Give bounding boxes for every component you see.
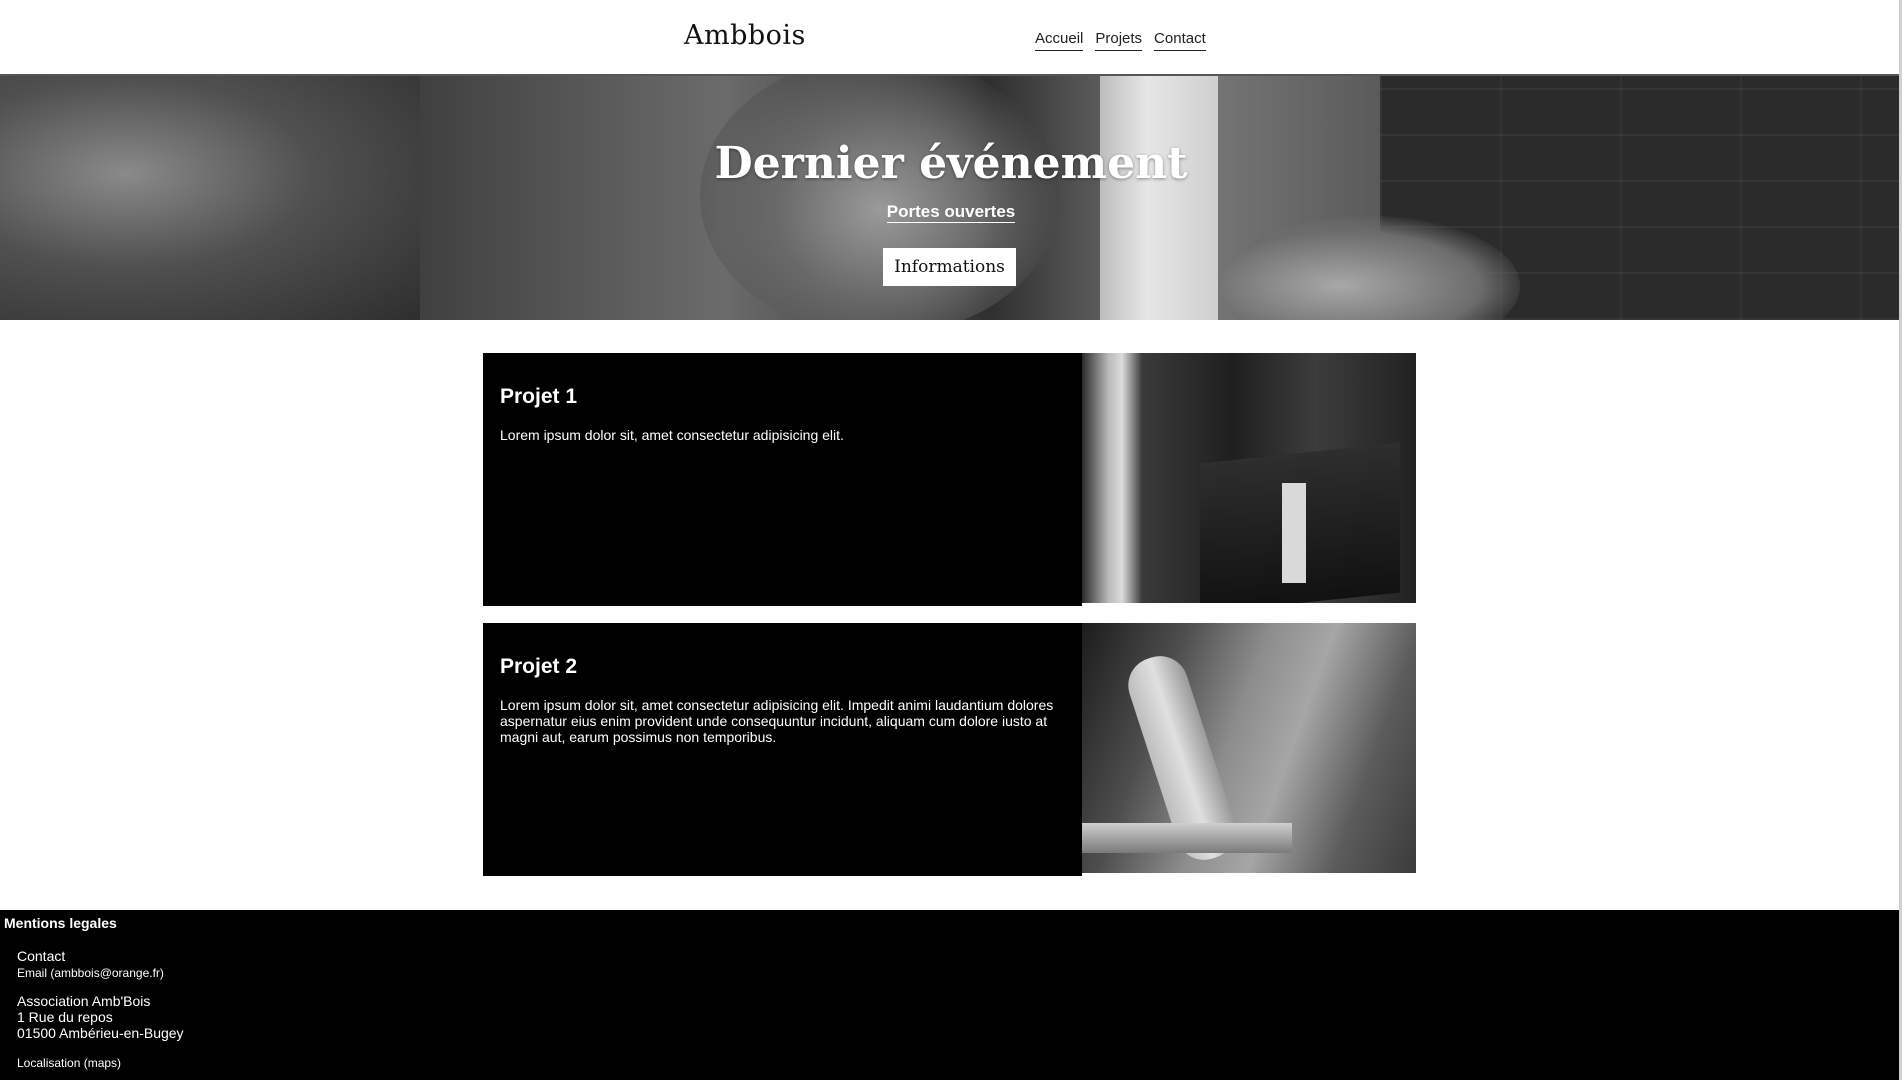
project-image-plank: [1082, 823, 1292, 853]
project-card-text: Projet 1 Lorem ipsum dolor sit, amet con…: [483, 353, 1082, 606]
informations-button[interactable]: Informations: [883, 248, 1016, 286]
hero-photo-arm: [0, 76, 420, 320]
project-image: [1082, 353, 1416, 603]
nav-link-projets[interactable]: Projets: [1095, 30, 1143, 51]
project-image: [1082, 623, 1416, 873]
nav-link-contact[interactable]: Contact: [1154, 30, 1206, 51]
project-card: Projet 1 Lorem ipsum dolor sit, amet con…: [483, 353, 1416, 606]
hero-photo-post: [1100, 76, 1218, 320]
footer-maps-link[interactable]: Localisation (maps): [17, 1056, 121, 1070]
project-card-text: Projet 2 Lorem ipsum dolor sit, amet con…: [483, 623, 1082, 876]
nav-link-accueil[interactable]: Accueil: [1035, 30, 1084, 51]
project-title: Projet 2: [500, 655, 578, 678]
site-logo[interactable]: Ambbois: [684, 20, 806, 51]
footer-address-line: Association Amb'Bois: [17, 993, 151, 1009]
footer-legal-title[interactable]: Mentions legales: [4, 915, 117, 931]
footer-email[interactable]: Email (ambbois@orange.fr): [17, 966, 164, 980]
footer-address-line: 1 Rue du repos: [17, 1009, 113, 1025]
footer-contact-title: Contact: [17, 948, 66, 964]
hero-banner: Dernier événement Portes ouvertes Inform…: [0, 76, 1902, 320]
footer-address-line: 01500 Ambérieu-en-Bugey: [17, 1025, 184, 1041]
main-nav: Accueil Projets Contact: [1035, 30, 1206, 51]
project-description: Lorem ipsum dolor sit, amet consectetur …: [500, 427, 844, 443]
project-description: Lorem ipsum dolor sit, amet consectetur …: [500, 697, 1054, 745]
site-footer: Mentions legales Contact Email (ambbois@…: [0, 910, 1902, 1080]
project-title: Projet 1: [500, 385, 578, 408]
project-image-chisel: [1282, 483, 1306, 583]
site-header: Ambbois Accueil Projets Contact: [0, 0, 1902, 76]
hero-subtitle-wrap: Portes ouvertes: [0, 202, 1902, 223]
hero-subtitle-link[interactable]: Portes ouvertes: [886, 202, 1016, 223]
project-card: Projet 2 Lorem ipsum dolor sit, amet con…: [483, 623, 1416, 876]
hero-title: Dernier événement: [714, 138, 1188, 189]
